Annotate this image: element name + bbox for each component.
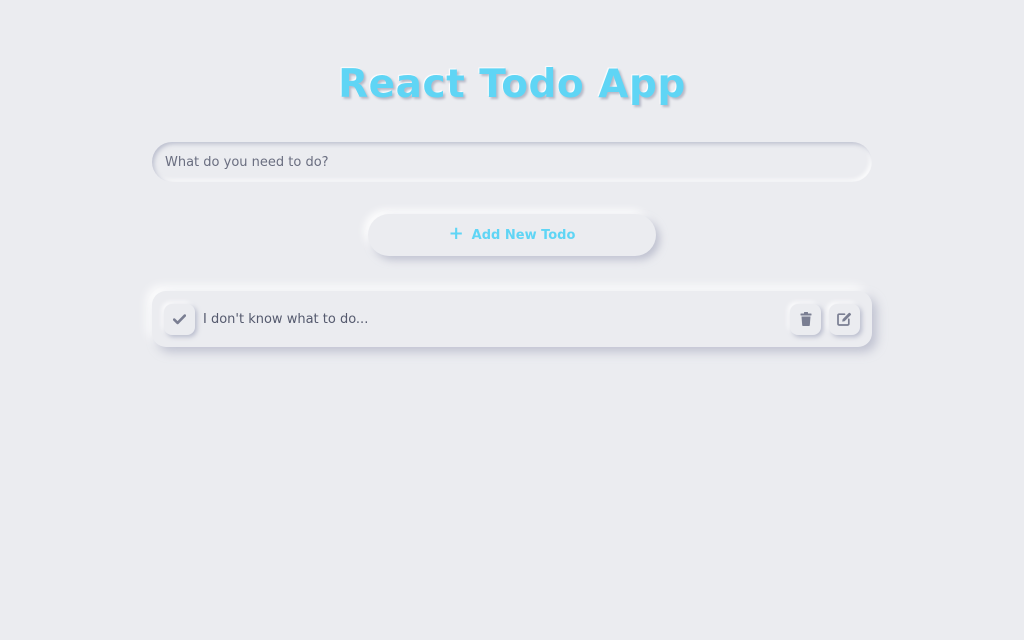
add-todo-button[interactable]: + Add New Todo (368, 214, 656, 256)
delete-todo-button[interactable] (790, 303, 821, 335)
edit-icon (837, 312, 852, 326)
complete-todo-button[interactable] (164, 303, 195, 335)
todo-app: React Todo App + Add New Todo I don't kn… (0, 0, 1024, 640)
add-todo-label: Add New Todo (471, 227, 576, 243)
todo-text: I don't know what to do... (203, 311, 369, 327)
trash-icon (800, 312, 811, 326)
page-title: React Todo App (338, 62, 686, 107)
todo-input[interactable] (152, 142, 872, 182)
plus-icon: + (448, 223, 464, 244)
todo-actions (790, 303, 860, 335)
check-icon (173, 313, 186, 324)
todo-item: I don't know what to do... (152, 291, 872, 347)
edit-todo-button[interactable] (829, 303, 860, 335)
